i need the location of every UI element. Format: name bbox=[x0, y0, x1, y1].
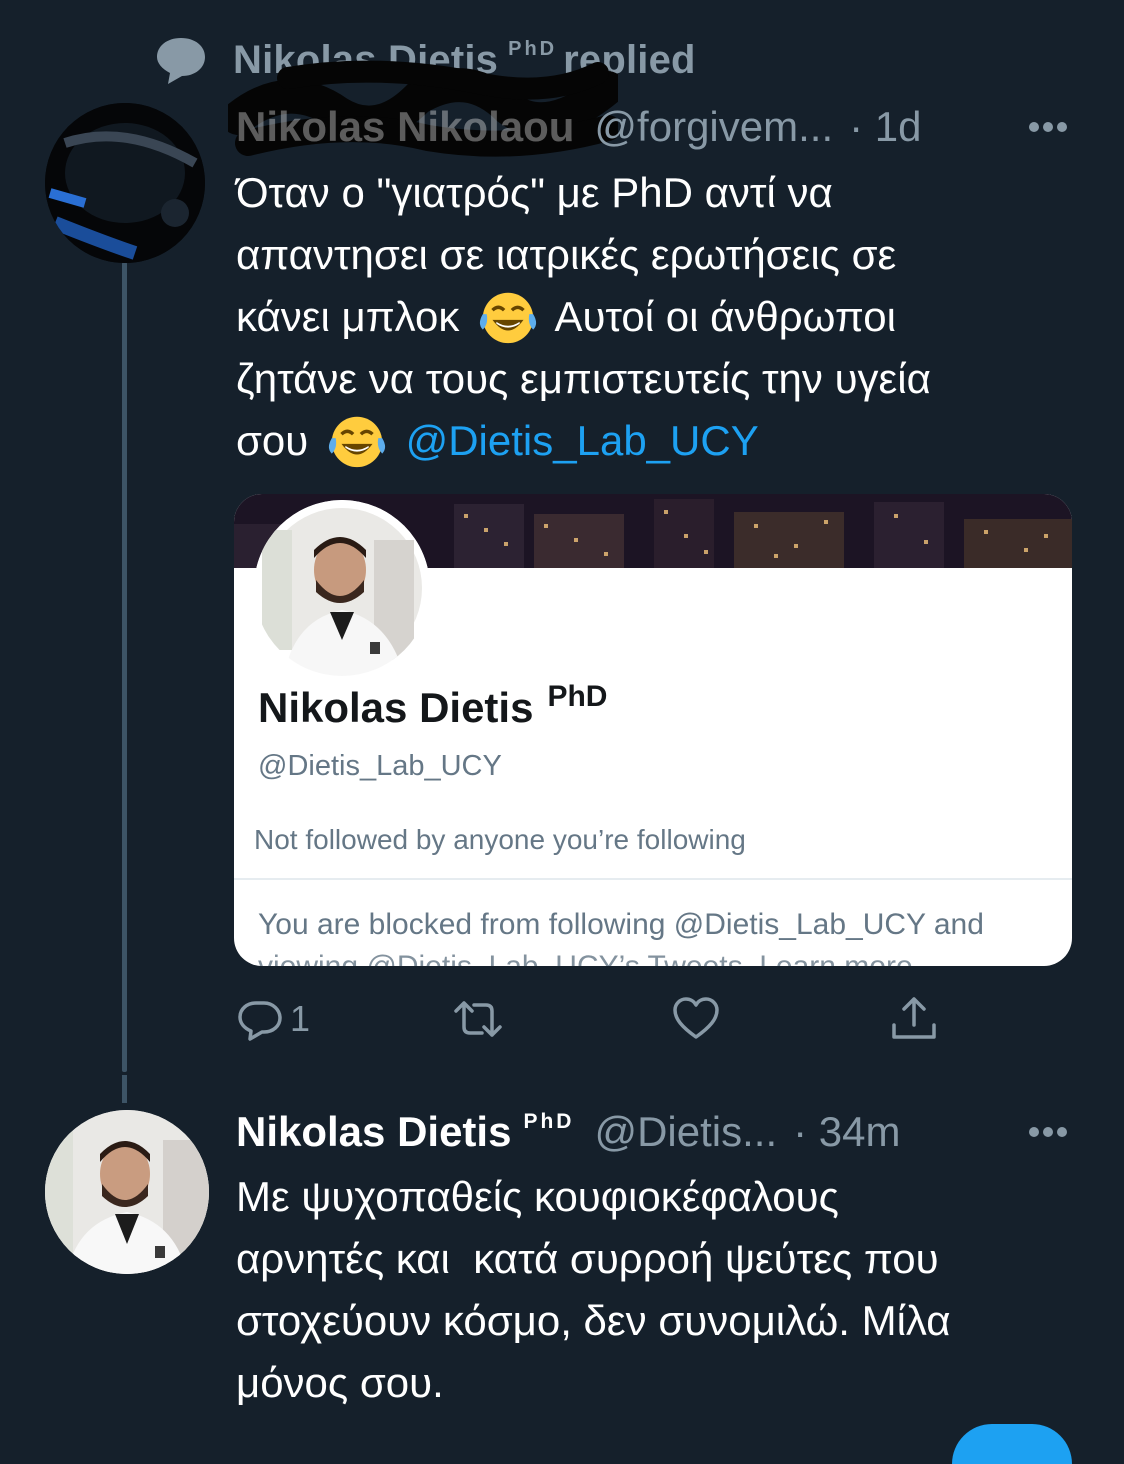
tweet-header: Nikolas Dietis PhD @Dietis... · 34m bbox=[236, 1102, 900, 1162]
tweet-body: Με ψυχοπαθείς κουφιοκέφαλους αρνητές και… bbox=[236, 1173, 951, 1406]
avatar[interactable] bbox=[45, 1110, 209, 1274]
more-options-icon[interactable] bbox=[1028, 121, 1068, 133]
reply-icon bbox=[238, 1001, 282, 1041]
laughing-tears-emoji-icon bbox=[479, 292, 537, 344]
like-button[interactable] bbox=[672, 992, 720, 1046]
thread-connector-line bbox=[122, 262, 127, 1072]
tweet-timestamp[interactable]: · 34m bbox=[793, 1108, 900, 1156]
scribbled-avatar-image bbox=[45, 103, 205, 263]
share-button[interactable] bbox=[890, 992, 938, 1046]
profile-photo bbox=[254, 500, 430, 676]
reply-count: 1 bbox=[290, 998, 311, 1039]
card-divider bbox=[234, 878, 1072, 880]
profile-photo bbox=[45, 1110, 209, 1274]
embedded-image-card[interactable]: Nikolas Dietis PhD @Dietis_Lab_UCY Not fo… bbox=[234, 494, 1072, 966]
share-icon bbox=[892, 997, 936, 1039]
like-icon bbox=[673, 997, 719, 1039]
laughing-tears-emoji-icon bbox=[328, 416, 386, 468]
retweet-icon bbox=[454, 1001, 502, 1037]
author-name[interactable]: Nikolas Dietis PhD bbox=[236, 1108, 574, 1156]
card-profile-name: Nikolas Dietis PhD bbox=[258, 680, 608, 731]
tweet-timestamp[interactable]: · 1d bbox=[849, 103, 921, 151]
avatar[interactable] bbox=[45, 103, 205, 263]
thread-connector-stub bbox=[122, 1075, 127, 1103]
tweet-body: Όταν ο "γιατρός" με PhD αντί να απαντησε… bbox=[236, 162, 1086, 472]
card-blocked-notice: You are blocked from following @Dietis_L… bbox=[258, 908, 984, 941]
author-handle[interactable]: @Dietis... bbox=[594, 1108, 777, 1156]
card-profile-handle: @Dietis_Lab_UCY bbox=[258, 750, 502, 782]
card-follow-status: Not followed by anyone you’re following bbox=[254, 824, 746, 855]
author-name[interactable]: Nikolas Nikolaou bbox=[236, 103, 574, 151]
avatar bbox=[254, 500, 430, 676]
compose-button[interactable] bbox=[952, 1424, 1072, 1464]
tweet-header: Nikolas Nikolaou @forgivem... · 1d bbox=[236, 97, 922, 157]
more-options-icon[interactable] bbox=[1028, 1126, 1068, 1138]
retweet-button[interactable] bbox=[454, 992, 502, 1046]
author-handle[interactable]: @forgivem... bbox=[594, 103, 833, 151]
reply-button[interactable]: 1 bbox=[236, 992, 310, 1046]
speech-bubble-icon bbox=[157, 38, 205, 84]
mention-link[interactable]: @Dietis_Lab_UCY bbox=[406, 417, 759, 464]
card-blocked-notice-cut: viewing @Dietis_Lab_UCY’s Tweets. Learn … bbox=[258, 950, 913, 966]
